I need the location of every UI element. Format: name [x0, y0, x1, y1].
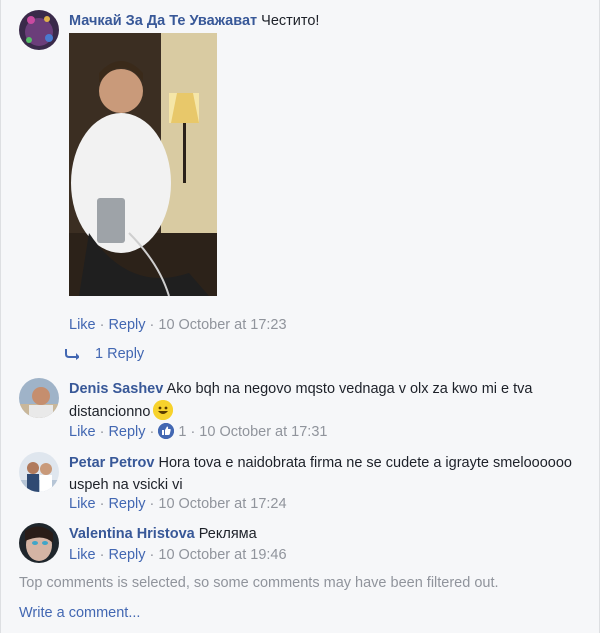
reaction-count[interactable]: 1	[178, 424, 186, 440]
avatar[interactable]	[19, 452, 59, 492]
avatar[interactable]	[19, 378, 59, 418]
like-link[interactable]: Like	[69, 496, 96, 512]
separator: ·	[190, 424, 196, 440]
like-reaction-icon[interactable]	[158, 423, 175, 439]
comment-body: Denis Sashev Ako bqh na negovo mqsto ved…	[69, 378, 589, 423]
avatar[interactable]	[19, 10, 59, 50]
comment-text: Реклямa	[198, 526, 257, 542]
comment-actions: Like · Reply · 10 October at 19:46	[69, 545, 287, 565]
reply-link[interactable]: Reply	[108, 496, 145, 512]
reply-link[interactable]: Reply	[108, 317, 145, 333]
write-comment-link[interactable]: Write a comment...	[19, 605, 140, 621]
comment-author[interactable]: Petar Petrov	[69, 455, 154, 471]
comment-author[interactable]: Мачкай За Да Те Уважават	[69, 13, 257, 29]
attached-photo[interactable]	[69, 33, 217, 296]
comment: Petar Petrov Hora tova e naidobrata firm…	[19, 452, 589, 516]
comment-body: Petar Petrov Hora tova e naidobrata firm…	[69, 452, 589, 496]
separator: ·	[149, 496, 155, 512]
separator: ·	[99, 317, 105, 333]
comment: Мачкай За Да Те Уважават Честито! Like · R…	[19, 10, 589, 350]
replies-count: 1 Reply	[95, 346, 145, 362]
timestamp[interactable]: 10 October at 17:23	[158, 317, 286, 333]
timestamp[interactable]: 10 October at 19:46	[158, 547, 286, 563]
comment-text: Честито!	[261, 13, 320, 29]
separator: ·	[99, 547, 105, 563]
like-link[interactable]: Like	[69, 424, 96, 440]
reply-link[interactable]: Reply	[108, 547, 145, 563]
separator: ·	[99, 496, 105, 512]
like-link[interactable]: Like	[69, 317, 96, 333]
separator: ·	[149, 547, 155, 563]
comment-author[interactable]: Valentina Hristova	[69, 526, 195, 542]
avatar[interactable]	[19, 523, 59, 563]
reply-arrow-icon	[65, 349, 80, 361]
comment-actions: Like · Reply · 1 · 10 October at 17:31	[69, 422, 327, 442]
comment: Denis Sashev Ako bqh na negovo mqsto ved…	[19, 378, 589, 446]
grinning-emoji-icon	[153, 400, 174, 420]
reply-link[interactable]: Reply	[108, 424, 145, 440]
comment-actions: Like · Reply · 10 October at 17:24	[69, 494, 287, 514]
filter-notice: Top comments is selected, so some commen…	[19, 575, 499, 591]
separator: ·	[99, 424, 105, 440]
comment-body: Valentina Hristova Реклямa	[69, 523, 589, 545]
comments-panel: Мачкай За Да Те Уважават Честито! Like · R…	[0, 0, 600, 633]
view-replies-link[interactable]: 1 Reply	[65, 344, 144, 364]
comment-author[interactable]: Denis Sashev	[69, 381, 163, 397]
comment-body: Мачкай За Да Те Уважават Честито!	[69, 10, 589, 32]
separator: ·	[149, 317, 155, 333]
comment: Valentina Hristova Реклямa Like · Reply · 10…	[19, 523, 589, 569]
timestamp[interactable]: 10 October at 17:31	[199, 424, 327, 440]
comment-actions: Like · Reply · 10 October at 17:23	[69, 315, 287, 335]
timestamp[interactable]: 10 October at 17:24	[158, 496, 286, 512]
separator: ·	[149, 424, 155, 440]
like-link[interactable]: Like	[69, 547, 96, 563]
